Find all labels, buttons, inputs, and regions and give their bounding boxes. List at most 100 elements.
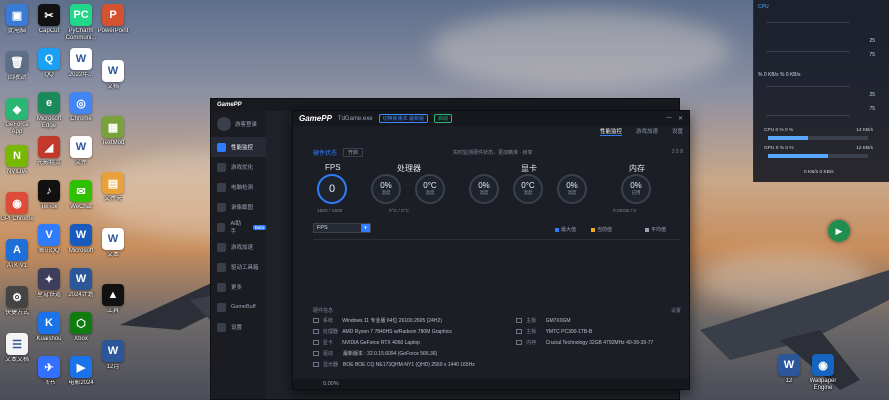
desktop-icon[interactable]: ✉ WeChat: [64, 180, 98, 211]
close-icon[interactable]: ✕: [678, 115, 683, 122]
desktop-icon[interactable]: PC PyCharm Communi...: [64, 4, 98, 42]
sidebar-item[interactable]: 性能监控: [211, 137, 266, 157]
app-icon: W: [70, 224, 92, 246]
desktop-icon[interactable]: ◉ Wallpaper Engine: [806, 354, 840, 392]
desktop-icon[interactable]: e Microsoft Edge: [32, 92, 66, 130]
desktop-icon[interactable]: ▲ 工具: [96, 284, 130, 315]
status-toggle[interactable]: 开启: [343, 148, 364, 157]
info-value: NVIDIA GeForce RTX 4060 Laptop: [342, 339, 420, 346]
tab-boost[interactable]: 游戏加速: [636, 127, 658, 136]
sidebar-item[interactable]: 游戏优化: [211, 157, 266, 177]
desktop-icon-label: QQ: [44, 72, 54, 78]
desktop-icon[interactable]: N NVIDIA: [0, 145, 34, 176]
cpu-temp-value: 0°C: [423, 181, 437, 190]
minimize-icon[interactable]: —: [666, 115, 672, 122]
sidebar-item-label: 游戏加速: [231, 245, 254, 251]
desktop-icon-label: TikTok: [40, 204, 58, 210]
sidebar-item[interactable]: 电脑检测: [211, 177, 266, 197]
fps-range: 1500 / 1500: [317, 209, 343, 214]
status-key: 硬件状态: [313, 151, 338, 157]
overlay-gpu-graph: [766, 86, 850, 116]
desktop-icon[interactable]: W 12月: [96, 340, 130, 371]
desktop-icon[interactable]: ▣ 此电脑: [0, 4, 34, 35]
desktop-icon-label: 腾讯QQ: [38, 248, 60, 254]
desktop-icon-label: TextMod: [101, 140, 125, 146]
sidebar-item[interactable]: 录像截图: [211, 197, 266, 217]
desktop-icon[interactable]: ▤ 文件夹: [96, 172, 130, 203]
desktop-icon[interactable]: W 12: [772, 354, 806, 385]
overlay-gpu-tick-75: 75: [869, 106, 875, 112]
launch-pill[interactable]: 启动: [433, 114, 452, 123]
app-icon: ✉: [70, 180, 92, 202]
tab-performance[interactable]: 性能监控: [599, 127, 622, 136]
sidebar-item[interactable]: GameBuff: [211, 297, 266, 317]
desktop-icon[interactable]: ⚙ 快捷方式: [0, 286, 34, 317]
desktop-icon[interactable]: V 腾讯QQ: [32, 224, 66, 255]
gpu-usage-label: 温度: [479, 190, 489, 195]
gamepp-main-window[interactable]: GamePP TdGame.exe 切换新版本 最新版 启动 — ✕ 性能监控 …: [292, 110, 690, 390]
desktop-icon[interactable]: ☰ 文本文档: [0, 333, 34, 364]
desktop-icon[interactable]: A ATK V1: [0, 239, 34, 270]
sidebar-item[interactable]: 设置: [211, 317, 266, 337]
ram-gauge: 0% 已用: [621, 174, 651, 204]
info-label: 驱动: [323, 351, 334, 357]
info-label: 系统: [322, 318, 333, 324]
app-icon: W: [70, 136, 92, 158]
desktop-icon[interactable]: W Microsoft: [64, 224, 98, 255]
sidebar-item[interactable]: 游戏加速: [211, 237, 266, 257]
info-header: 硬件信息 设置: [313, 307, 681, 314]
desktop-icon[interactable]: 🗑 回收站: [0, 51, 34, 82]
info-header-settings[interactable]: 设置: [671, 307, 681, 314]
app-icon: ✂: [38, 4, 60, 26]
cpu-title: 处理器: [397, 164, 421, 173]
app-icon: ◉: [812, 354, 834, 376]
info-label: 显示器: [323, 362, 339, 368]
legend-max-swatch: [555, 227, 559, 232]
desktop-icon[interactable]: ✦ 星穹铁道: [32, 268, 66, 299]
info-row: 显卡 NVIDIA GeForce RTX 4060 Laptop 内存 Crucia…: [313, 339, 681, 346]
desktop-icon[interactable]: P PowerPoint: [96, 4, 130, 35]
metric-select[interactable]: FPS ▾: [313, 223, 371, 233]
sidebar-item[interactable]: 更多: [211, 277, 266, 297]
user-block[interactable]: 游客登录: [211, 111, 266, 137]
overlay-header: CPU: [758, 4, 769, 10]
perf-overlay[interactable]: CPU 25 75 % 0 KB/s % 0 KB/s 25 75 CPU 0 …: [753, 0, 889, 182]
bottom-bar: 0.00%: [293, 379, 689, 389]
desktop-icon[interactable]: W 文件: [64, 136, 98, 167]
desktop-icon[interactable]: ▶ 电影2024: [64, 356, 98, 387]
desktop-icon[interactable]: W 2024计划: [64, 268, 98, 299]
desktop-icon[interactable]: ◢ 光影精灵: [32, 136, 66, 167]
desktop-icon[interactable]: ⬡ Xbox: [64, 312, 98, 343]
desktop-icon[interactable]: W 文本: [96, 228, 130, 259]
desktop-icon-label: GeForce App: [5, 122, 29, 135]
info-label: 显卡: [322, 340, 333, 346]
play-button[interactable]: ▶: [828, 220, 850, 242]
desktop-icon[interactable]: W 2022年...: [64, 48, 98, 79]
desktop-icon[interactable]: Q QQ: [32, 48, 66, 79]
tab-settings[interactable]: 设置: [672, 127, 683, 136]
desktop-icon[interactable]: W 文档: [96, 60, 130, 91]
app-icon: W: [102, 340, 124, 362]
app-icon: ☰: [6, 333, 28, 355]
app-icon: Q: [38, 48, 60, 70]
desktop-icon[interactable]: ✈ 飞书: [32, 356, 66, 387]
main-topbar: GamePP TdGame.exe 切换新版本 最新版 启动 — ✕: [293, 111, 689, 126]
desktop-icon[interactable]: ✂ CapCut: [32, 4, 66, 35]
sidebar-item[interactable]: 驱动工具箱: [211, 257, 266, 277]
desktop-icon[interactable]: K Kuaishou: [32, 312, 66, 343]
desktop-icon-label: 工具: [106, 308, 119, 314]
desktop-icon[interactable]: ▦ TextMod: [96, 116, 130, 147]
version-pill[interactable]: 切换新版本 最新版: [378, 114, 428, 123]
sidebar-icon: [217, 142, 226, 152]
desktop-icon[interactable]: ◆ GeForce App: [0, 98, 34, 136]
desktop-icon[interactable]: ♪ TikTok: [32, 180, 66, 211]
gpu-temp-value: 0°C: [521, 181, 535, 190]
app-icon: W: [102, 60, 124, 82]
sidebar-item[interactable]: AI助手 Beta: [211, 217, 266, 237]
desktop-icon[interactable]: ◎ Chrome: [64, 92, 98, 123]
overlay-cpu-label: CPU: [758, 4, 769, 10]
desktop-icon-label: 2024计划: [68, 292, 94, 298]
chevron-down-icon[interactable]: ▾: [361, 224, 370, 232]
desktop-icon[interactable]: ◉ GPI Chrome: [0, 192, 34, 223]
desktop-icon-label: 光影精灵: [36, 160, 61, 166]
